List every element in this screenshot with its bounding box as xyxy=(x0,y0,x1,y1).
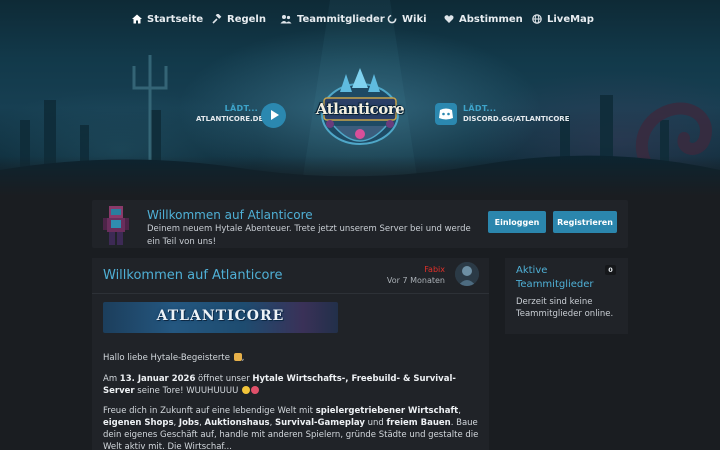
atlanticore-logo[interactable]: Atlanticore xyxy=(306,64,414,154)
feature: freiem Bauen xyxy=(386,418,451,428)
feature: eigenen Shops xyxy=(103,418,174,428)
text: und xyxy=(364,418,387,428)
nav-label: Wiki xyxy=(402,13,427,25)
feature: Survival-Gameplay xyxy=(275,418,365,428)
nav-item-regeln[interactable]: Regeln xyxy=(212,10,266,28)
text: , xyxy=(458,406,461,416)
nav-label: Abstimmen xyxy=(459,13,523,25)
discord-status-label: LÄDT... xyxy=(463,104,497,113)
party-face-icon xyxy=(251,386,260,394)
globe-icon xyxy=(532,14,542,24)
hero-fade xyxy=(0,156,720,196)
post-title[interactable]: Willkommen auf Atlanticore xyxy=(103,268,282,283)
server-address[interactable]: ATLANTICORE.DE xyxy=(196,115,263,123)
banner-text: ATLANTICORE xyxy=(156,308,285,324)
top-navigation: Startseite Regeln Teammitglieder Wiki Ab… xyxy=(0,10,720,28)
character-figure xyxy=(103,206,129,245)
post-paragraph-features: Freue dich in Zukunft auf eine lebendige… xyxy=(103,405,481,450)
logo-text: Atlanticore xyxy=(315,100,405,118)
nav-label: LiveMap xyxy=(547,13,594,25)
discord-address[interactable]: DISCORD.GG/ATLANTICORE xyxy=(463,115,569,123)
discord-glyph xyxy=(439,108,453,120)
feature: spielergetriebener Wirtschaft xyxy=(315,406,459,416)
home-icon xyxy=(132,14,142,24)
author-avatar[interactable] xyxy=(455,262,479,286)
text: seine Tore! WUUHUUUU xyxy=(134,386,239,396)
member-count-badge: 0 xyxy=(605,265,616,275)
nav-item-livemap[interactable]: LiveMap xyxy=(532,10,594,28)
text: öffnet unser xyxy=(195,374,253,384)
hero-banner: Startseite Regeln Teammitglieder Wiki Ab… xyxy=(0,0,720,196)
post-banner-image: ATLANTICORE xyxy=(103,302,338,333)
nav-item-wiki[interactable]: Wiki xyxy=(387,10,427,28)
opening-date: 13. Januar 2026 xyxy=(119,374,196,384)
post-time: Vor 7 Monaten xyxy=(386,276,445,285)
spinner-icon xyxy=(387,14,397,24)
play-icon[interactable] xyxy=(261,103,286,128)
nav-label: Regeln xyxy=(227,13,266,25)
greeting-text: Hallo liebe Hytale-Begeisterte xyxy=(103,353,230,363)
welcome-bar: Willkommen auf Atlanticore Deinem neuem … xyxy=(92,200,628,248)
nav-label: Startseite xyxy=(147,13,204,25)
nav-item-teammitglieder[interactable]: Teammitglieder xyxy=(280,10,385,28)
welcome-subtitle: Deinem neuem Hytale Abenteuer. Trete jet… xyxy=(147,224,471,247)
post-greeting: Hallo liebe Hytale-Begeisterte , xyxy=(103,353,245,363)
discord-status: LÄDT... DISCORD.GG/ATLANTICORE xyxy=(463,104,569,123)
text: Freue dich in Zukunft auf eine lebendige… xyxy=(103,406,316,416)
users-icon xyxy=(280,15,292,24)
news-post: Willkommen auf Atlanticore Fabix Vor 7 M… xyxy=(92,258,489,450)
post-divider xyxy=(92,293,489,294)
discord-icon[interactable] xyxy=(435,103,457,125)
author-avatar-image xyxy=(455,262,479,286)
character-avatar xyxy=(102,204,130,246)
grinning-face-icon xyxy=(242,386,251,394)
heart-icon xyxy=(444,15,454,23)
nav-label: Teammitglieder xyxy=(297,13,385,25)
active-team-widget: Aktive Teammitglieder 0 Derzeit sind kei… xyxy=(505,258,628,334)
waving-hand-icon xyxy=(233,353,242,361)
feature: Auktionshaus xyxy=(204,418,270,428)
server-status-label: LÄDT... xyxy=(224,104,258,113)
text: Am xyxy=(103,374,120,384)
post-author[interactable]: Fabix xyxy=(424,265,445,274)
post-paragraph-opening: Am 13. Januar 2026 öffnet unser Hytale W… xyxy=(103,373,481,397)
register-button[interactable]: Registrieren xyxy=(553,211,617,233)
nav-item-abstimmen[interactable]: Abstimmen xyxy=(444,10,523,28)
nav-item-startseite[interactable]: Startseite xyxy=(132,10,203,28)
welcome-title: Willkommen auf Atlanticore xyxy=(147,208,313,222)
widget-title: Aktive Teammitglieder xyxy=(516,265,594,290)
feature: Jobs xyxy=(178,418,200,428)
login-button[interactable]: Einloggen xyxy=(488,211,546,233)
widget-empty-text: Derzeit sind keine Teammitglieder online… xyxy=(516,297,614,319)
gavel-icon xyxy=(212,14,222,24)
server-status: LÄDT... ATLANTICORE.DE xyxy=(196,104,263,123)
